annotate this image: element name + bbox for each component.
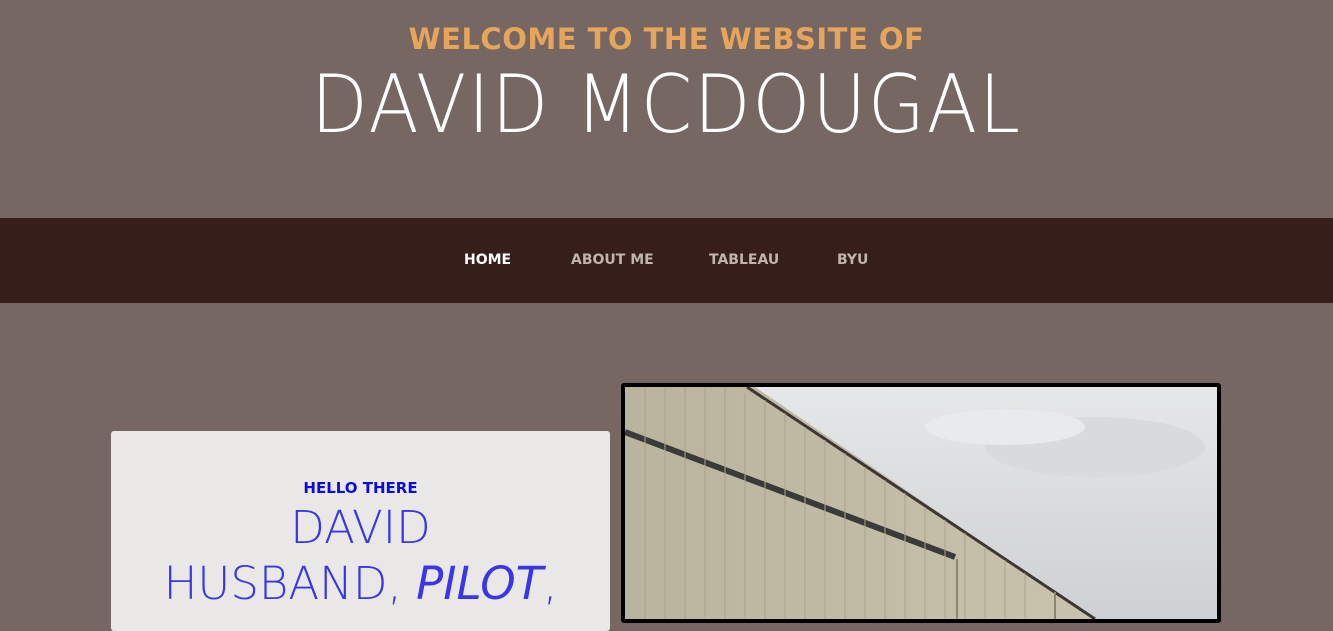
intro-name: DAVID bbox=[290, 501, 431, 554]
main-navbar: HOME ABOUT ME TABLEAU BYU bbox=[0, 218, 1333, 303]
nav-about-me[interactable]: ABOUT ME bbox=[571, 252, 654, 268]
nav-home[interactable]: HOME bbox=[464, 252, 511, 268]
intro-role-husband: HUSBAND, bbox=[163, 557, 417, 610]
intro-role-trailing: , bbox=[543, 557, 558, 610]
intro-role-pilot: PILOT bbox=[416, 557, 544, 610]
intro-card: HELLO THERE DAVID HUSBAND, PILOT, bbox=[111, 431, 610, 631]
nav-tableau[interactable]: TABLEAU bbox=[709, 252, 779, 268]
intro-eyebrow: HELLO THERE bbox=[303, 479, 418, 497]
site-owner-name: DAVID MCDOUGAL bbox=[311, 58, 1022, 151]
nav-byu[interactable]: BYU bbox=[837, 252, 868, 268]
welcome-heading: WELCOME TO THE WEBSITE OF bbox=[408, 22, 925, 56]
intro-roles: HUSBAND, PILOT, bbox=[111, 557, 610, 610]
hangar-photo-frame bbox=[621, 383, 1221, 623]
hangar-image bbox=[625, 387, 1217, 619]
site-header: WELCOME TO THE WEBSITE OF DAVID MCDOUGAL bbox=[0, 0, 1333, 218]
hangar-photo bbox=[625, 387, 1217, 619]
